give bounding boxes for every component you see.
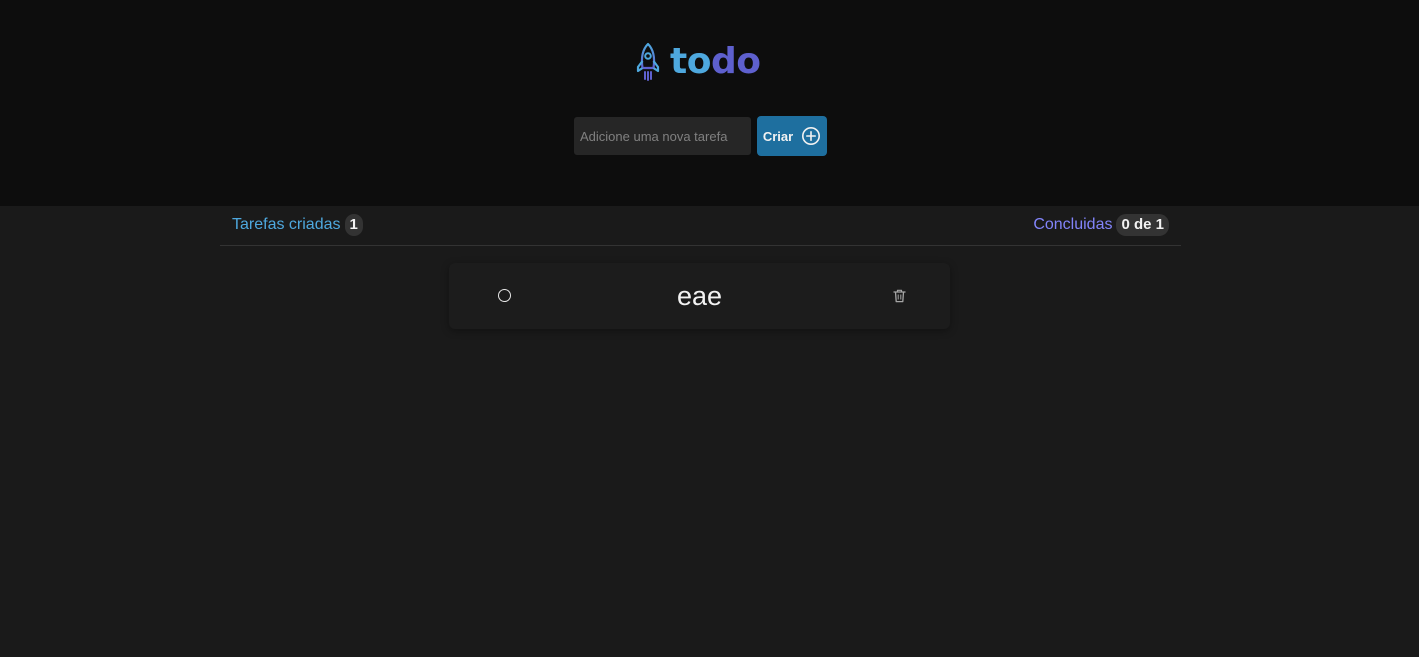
- created-tasks-stat: Tarefas criadas 1: [232, 214, 363, 236]
- create-button-label: Criar: [762, 128, 794, 144]
- completed-tasks-stat: Concluidas 0 de 1: [1033, 214, 1169, 236]
- app-title-part1: to: [670, 41, 711, 82]
- created-tasks-count: 1: [344, 214, 363, 236]
- app-header: todo Criar: [0, 0, 1419, 206]
- task-text: eae: [676, 281, 723, 311]
- completed-tasks-count: 0 de 1: [1116, 214, 1169, 236]
- completed-tasks-label: Concluidas: [1033, 216, 1113, 233]
- rocket-icon: [636, 42, 660, 81]
- task-stats: Tarefas criadas 1 Concluidas 0 de 1: [220, 206, 1181, 246]
- app-title-part2: do: [710, 41, 761, 82]
- trash-icon[interactable]: [893, 289, 906, 303]
- created-tasks-label: Tarefas criadas: [232, 216, 341, 233]
- new-task-input[interactable]: [573, 116, 752, 156]
- plus-circle-icon: [802, 127, 821, 145]
- create-task-button[interactable]: Criar: [757, 116, 827, 156]
- app-title: todo: [670, 41, 761, 83]
- task-item: eae: [449, 263, 950, 329]
- app-logo: todo: [634, 40, 761, 84]
